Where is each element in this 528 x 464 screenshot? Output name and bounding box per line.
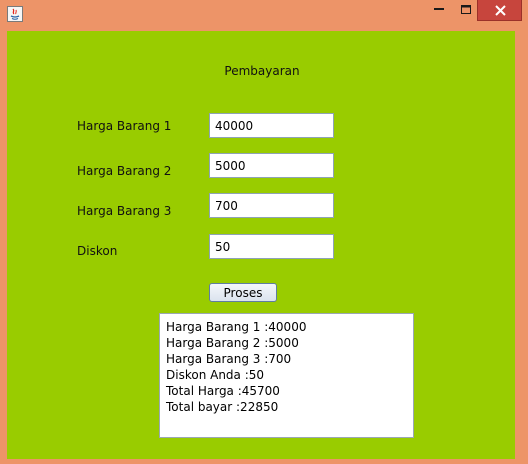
harga-barang-1-label: Harga Barang 1: [77, 119, 172, 133]
output-line: Diskon Anda :50: [166, 368, 265, 382]
maximize-icon: [461, 5, 471, 14]
output-line: Harga Barang 1 :40000: [166, 320, 307, 334]
diskon-input[interactable]: [209, 234, 334, 259]
application-window: Pembayaran Harga Barang 1 Harga Barang 2…: [0, 0, 528, 464]
form-panel: Pembayaran Harga Barang 1 Harga Barang 2…: [7, 31, 515, 459]
proses-button[interactable]: Proses: [209, 283, 277, 302]
harga-barang-2-label: Harga Barang 2: [77, 164, 172, 178]
close-button[interactable]: [477, 0, 522, 21]
harga-barang-1-input[interactable]: [209, 113, 334, 138]
output-line: Harga Barang 3 :700: [166, 352, 292, 366]
output-text-area[interactable]: Harga Barang 1 :40000 Harga Barang 2 :50…: [159, 313, 414, 438]
harga-barang-3-label: Harga Barang 3: [77, 204, 172, 218]
harga-barang-3-input[interactable]: [209, 193, 334, 218]
minimize-icon: [434, 8, 444, 10]
output-line: Total bayar :22850: [166, 400, 279, 414]
harga-barang-2-input[interactable]: [209, 153, 334, 178]
output-line: Total Harga :45700: [166, 384, 280, 398]
java-icon: [7, 6, 23, 22]
maximize-button[interactable]: [453, 0, 479, 21]
close-icon: [495, 5, 506, 16]
form-title: Pembayaran: [224, 64, 300, 78]
title-bar[interactable]: [0, 0, 528, 30]
output-line: Harga Barang 2 :5000: [166, 336, 299, 350]
diskon-label: Diskon: [77, 244, 118, 258]
minimize-button[interactable]: [426, 0, 452, 21]
